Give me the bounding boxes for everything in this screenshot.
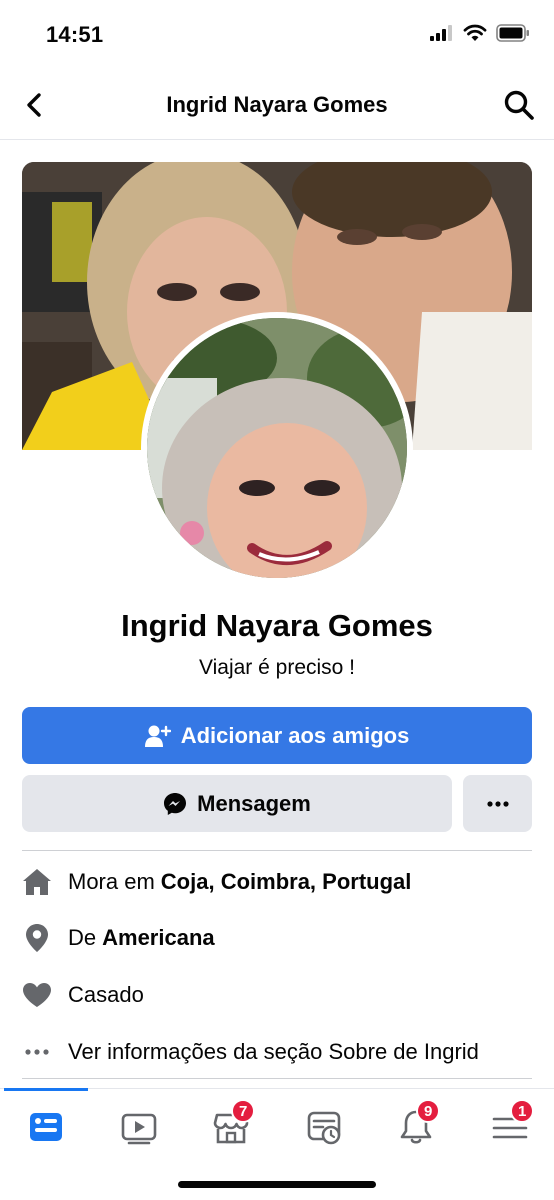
cellular-signal-icon bbox=[430, 25, 452, 41]
navigation-header: Ingrid Nayara Gomes bbox=[0, 70, 554, 140]
page-title: Ingrid Nayara Gomes bbox=[166, 92, 388, 117]
ellipsis-icon bbox=[22, 1037, 52, 1067]
profile-bio: Viajar é preciso ! bbox=[198, 656, 356, 679]
memories-icon bbox=[307, 1111, 341, 1145]
hometown-value[interactable]: Americana bbox=[102, 925, 215, 951]
heart-icon bbox=[22, 980, 52, 1010]
info-current-city: Mora em Coja, Coimbra, Portugal bbox=[22, 862, 542, 902]
watch-icon bbox=[121, 1113, 157, 1145]
add-friend-label: Adicionar aos amigos bbox=[180, 722, 410, 748]
relationship-status: Casado bbox=[68, 982, 144, 1007]
status-time: 14:51 bbox=[46, 22, 104, 47]
message-label: Mensagem bbox=[197, 790, 311, 816]
status-icons bbox=[430, 24, 530, 42]
see-about-info-label: Ver informações da seção Sobre de Ingrid bbox=[68, 1039, 479, 1064]
active-tab-indicator bbox=[4, 1088, 88, 1091]
news-feed-icon bbox=[30, 1113, 62, 1141]
profile-name: Ingrid Nayara Gomes bbox=[121, 608, 433, 643]
status-bar: 14:51 bbox=[0, 0, 554, 70]
menu-badge: 1 bbox=[510, 1099, 535, 1123]
divider bbox=[22, 1078, 532, 1079]
home-icon bbox=[22, 867, 52, 897]
search-icon[interactable] bbox=[502, 88, 536, 122]
wifi-icon bbox=[463, 24, 487, 41]
profile-screen: 14:51 Ingrid Nayara Gomes Ingrid Nayara … bbox=[0, 0, 554, 1200]
tab-notifications[interactable]: 9 bbox=[396, 1099, 441, 1147]
see-about-info-link[interactable]: Ver informações da seção Sobre de Ingrid bbox=[22, 1032, 542, 1072]
hometown-prefix: De bbox=[68, 925, 97, 950]
more-options-button[interactable] bbox=[463, 775, 532, 832]
avatar[interactable] bbox=[147, 318, 407, 578]
home-indicator bbox=[178, 1181, 376, 1188]
add-friend-button[interactable]: Adicionar aos amigos bbox=[22, 707, 532, 764]
message-button[interactable]: Mensagem bbox=[22, 775, 452, 832]
tab-news-feed[interactable] bbox=[26, 1107, 66, 1147]
marketplace-badge: 7 bbox=[231, 1099, 256, 1123]
messenger-icon bbox=[164, 792, 187, 815]
profile-picture-frame[interactable] bbox=[141, 312, 413, 584]
more-dots-icon bbox=[486, 800, 509, 807]
tab-menu[interactable]: 1 bbox=[490, 1099, 535, 1147]
tab-marketplace[interactable]: 7 bbox=[211, 1099, 256, 1147]
location-pin-icon bbox=[22, 923, 52, 953]
divider bbox=[22, 850, 532, 851]
add-friend-icon bbox=[144, 725, 171, 747]
notifications-badge: 9 bbox=[416, 1099, 441, 1123]
current-city-value[interactable]: Coja, Coimbra, Portugal bbox=[161, 869, 412, 895]
info-hometown: De Americana bbox=[22, 918, 542, 958]
tab-memories[interactable] bbox=[304, 1107, 344, 1147]
tab-watch[interactable] bbox=[119, 1107, 159, 1147]
info-relationship: Casado bbox=[22, 975, 542, 1015]
current-city-prefix: Mora em bbox=[68, 869, 155, 894]
battery-icon bbox=[496, 24, 529, 42]
